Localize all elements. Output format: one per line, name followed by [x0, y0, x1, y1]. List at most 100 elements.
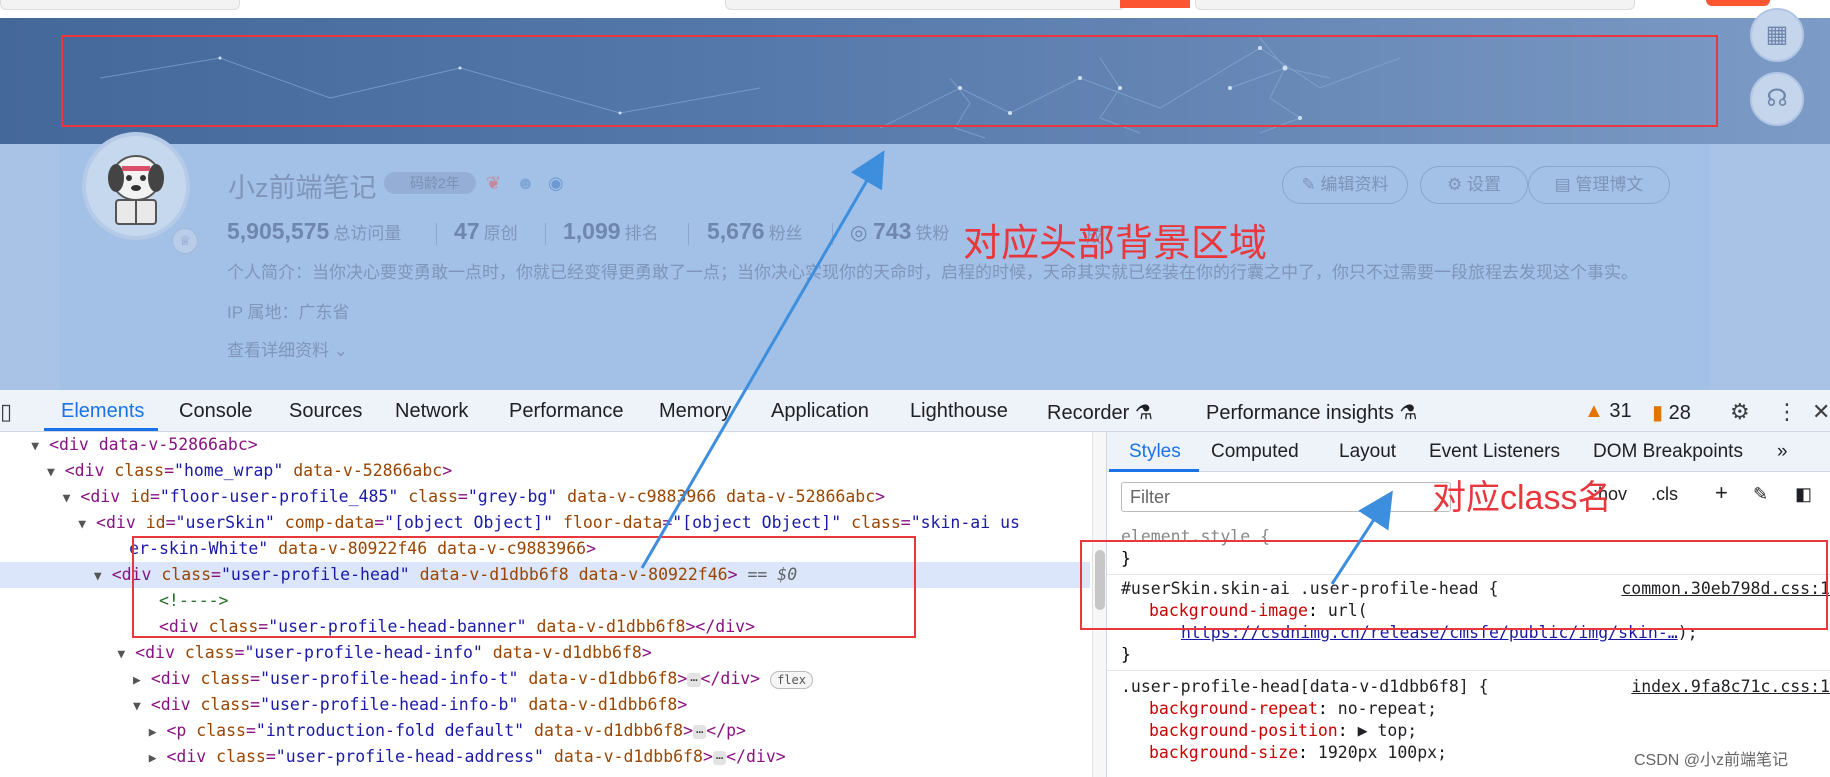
tab-performance[interactable]: Performance	[509, 400, 624, 423]
edit-profile-button[interactable]: ✎ 编辑资料	[1282, 166, 1408, 204]
dom-attr-value: "userSkin"	[175, 513, 275, 532]
stat-original[interactable]: 47 原创	[454, 218, 518, 245]
tab-performance-insights[interactable]: Performance insights ⚗	[1206, 400, 1417, 425]
stat-original-label: 原创	[483, 224, 518, 243]
styles-tabbar: Styles Computed Layout Event Listeners D…	[1107, 432, 1830, 472]
dom-node[interactable]: ▼ <div class="user-profile-head-info" da…	[0, 640, 1090, 666]
eye-icon: ◎	[850, 222, 874, 244]
tab-recorder[interactable]: Recorder ⚗	[1047, 400, 1153, 425]
dom-attr-rest: data-v-d1dbb6f8	[518, 669, 678, 688]
css-declaration[interactable]: background-size: 1920px 100px;	[1149, 742, 1447, 764]
tab-network[interactable]: Network	[395, 400, 468, 423]
stat-fans-label: 粉丝	[768, 224, 803, 243]
settings-button[interactable]: ⚙ 设置	[1420, 166, 1528, 204]
stat-visits: 5,905,575 总访问量	[227, 218, 401, 245]
view-details-link[interactable]: 查看详细资料 ⌄	[227, 336, 348, 361]
warnings-counter[interactable]: ▲ 31	[1584, 400, 1632, 423]
stat-rank[interactable]: 1,099 排名	[563, 218, 659, 245]
dom-node[interactable]: ▼ <div class="home_wrap" data-v-52866abc…	[0, 458, 1090, 484]
dom-attr-value: "home_wrap"	[174, 461, 284, 480]
flex-badge[interactable]: flex	[770, 670, 813, 689]
collapsed-content-icon[interactable]: ⋯	[712, 750, 727, 765]
collapsed-content-icon[interactable]: ⋯	[687, 672, 701, 687]
tab-performance-insights-label: Performance insights	[1206, 402, 1394, 424]
collapsed-content-icon[interactable]: ⋯	[693, 724, 707, 739]
stat-rank-label: 排名	[624, 224, 659, 243]
devtools-panel: ▯ Elements Console Sources Network Perfo…	[0, 390, 1830, 777]
qrcode-icon[interactable]: ▦	[1750, 8, 1804, 62]
css-property: background-repeat	[1149, 699, 1318, 718]
issue-icon: ▮	[1652, 402, 1664, 424]
css-declaration[interactable]: background-repeat: no-repeat;	[1149, 698, 1437, 720]
dom-attr-value: "skin-ai us	[910, 513, 1020, 532]
tab-dom-breakpoints[interactable]: DOM Breakpoints	[1593, 441, 1743, 463]
tab-styles[interactable]: Styles	[1129, 441, 1181, 463]
tab-console[interactable]: Console	[179, 400, 252, 423]
dom-node[interactable]: ▶ <div class="user-profile-head-info-t" …	[0, 666, 1090, 692]
publish-button-fragment[interactable]	[1706, 0, 1770, 6]
profile-name: 小z前端笔记	[228, 173, 377, 203]
styles-filter-input[interactable]: Filter	[1121, 482, 1451, 512]
sidebar-toggle-icon[interactable]: ◧	[1795, 484, 1812, 505]
dom-node[interactable]: ▶ <p class="introduction-fold default" d…	[0, 718, 1090, 744]
dom-attr-value: "user-profile-head-address"	[275, 747, 544, 766]
dom-node[interactable]: ▼ <div class="user-profile-head-info-b" …	[0, 692, 1090, 718]
headset-support-icon[interactable]: ☊	[1750, 72, 1804, 126]
css-declaration[interactable]: background-position: ▶ top;	[1149, 720, 1417, 742]
avatar[interactable]	[82, 132, 190, 240]
issues-counter[interactable]: ▮ 28	[1652, 400, 1691, 425]
search-bar-fragment[interactable]	[725, 0, 1125, 10]
coding-age-label: 码龄2年	[410, 175, 460, 191]
certified-icon: ◉	[548, 173, 564, 193]
edit-profile-label: 编辑资料	[1320, 175, 1389, 194]
device-toolbar-icon[interactable]: ▯	[0, 399, 12, 425]
flask-icon: ⚗	[1393, 402, 1418, 424]
more-options-icon[interactable]: ⋮	[1776, 399, 1798, 425]
tab-layout[interactable]: Layout	[1339, 441, 1396, 463]
gear-icon[interactable]: ⚙	[1730, 399, 1750, 425]
dom-attr-name: class	[114, 461, 165, 480]
close-icon[interactable]: ✕	[1812, 399, 1830, 425]
dom-attr-rest: data-v-d1dbb6f8	[482, 643, 642, 662]
stylesheet-link[interactable]: index.9fa8c71c.css:1	[1631, 676, 1830, 698]
expert-icon: ☻	[516, 173, 535, 193]
header-fragment	[1195, 0, 1635, 10]
dom-node[interactable]: ▼ <div id="floor-user-profile_485" class…	[0, 484, 1090, 510]
add-rule-icon[interactable]: +	[1715, 480, 1728, 506]
avatar-dog-illustration	[108, 155, 164, 225]
css-value: 1920px 100px;	[1317, 743, 1448, 762]
tab-memory[interactable]: Memory	[659, 400, 731, 423]
devtools-tabbar: ▯ Elements Console Sources Network Perfo…	[0, 390, 1830, 432]
dom-node[interactable]: ▼ <div data-v-52866abc>	[0, 432, 1090, 458]
more-tabs-icon[interactable]: »	[1777, 441, 1788, 463]
profile-introduction: 个人简介：当你决心要变勇敢一点时，你就已经变得更勇敢了一点；当你决心实现你的天命…	[227, 263, 1638, 282]
stat-rank-value: 1,099	[563, 218, 621, 244]
search-button-fragment[interactable]	[1120, 0, 1190, 8]
paint-brush-icon[interactable]: ✎	[1753, 484, 1768, 505]
tab-event-listeners[interactable]: Event Listeners	[1429, 441, 1560, 463]
manage-posts-button[interactable]: ▤ 管理博文	[1528, 166, 1670, 204]
dom-node[interactable]: ▼ <div id="userSkin" comp-data="[object …	[0, 510, 1090, 536]
stat-divider	[545, 223, 546, 245]
style-rule-highlight-box	[1080, 540, 1828, 630]
flask-icon: ⚗	[1129, 402, 1153, 424]
css-value: no-repeat;	[1337, 699, 1438, 718]
manage-posts-label: 管理博文	[1575, 175, 1644, 194]
tab-lighthouse[interactable]: Lighthouse	[910, 400, 1008, 423]
stat-iron-fans[interactable]: ◎ 743 铁粉	[850, 218, 949, 245]
stat-fans[interactable]: 5,676 粉丝	[707, 218, 803, 245]
tab-sources[interactable]: Sources	[289, 400, 362, 423]
class-toggle[interactable]: .cls	[1651, 484, 1678, 505]
browser-top-strip	[0, 0, 1830, 18]
tab-elements[interactable]: Elements	[61, 400, 144, 423]
dom-attr-value: "user-profile-head-info"	[244, 643, 483, 662]
annotation-class-name: 对应class名	[1432, 479, 1612, 517]
chevron-down-icon: ⌄	[329, 341, 348, 360]
dom-node[interactable]: ▶ <div class="user-profile-head-address"…	[0, 744, 1090, 770]
stat-fans-value: 5,676	[707, 218, 765, 244]
tab-application[interactable]: Application	[771, 400, 869, 423]
header-highlight-box	[61, 35, 1718, 127]
dom-attr-value: "floor-user-profile_485"	[159, 487, 399, 506]
dom-attr-rest: data-v-c9883966 data-v-52866abc	[557, 487, 876, 506]
tab-computed[interactable]: Computed	[1211, 441, 1299, 463]
